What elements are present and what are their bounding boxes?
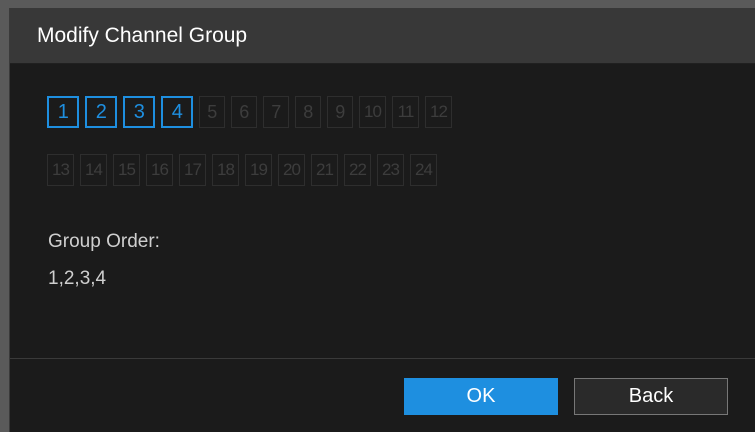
channel-button-1[interactable]: 1: [47, 96, 79, 128]
group-order-value: 1,2,3,4: [48, 268, 107, 289]
channel-button-17[interactable]: 17: [179, 154, 206, 186]
channel-button-11[interactable]: 11: [392, 96, 419, 128]
channel-button-19[interactable]: 19: [245, 154, 272, 186]
channel-button-2[interactable]: 2: [85, 96, 117, 128]
modify-channel-group-dialog: Modify Channel Group 1 2 3 4 5 6 7 8 9 10 11 12 13 1…: [9, 8, 755, 432]
channel-button-7[interactable]: 7: [263, 96, 289, 128]
channel-button-22[interactable]: 22: [344, 154, 371, 186]
ok-button[interactable]: OK: [404, 378, 558, 415]
channel-button-12[interactable]: 12: [425, 96, 452, 128]
dialog-title-bar: Modify Channel Group: [10, 8, 755, 64]
channel-button-16[interactable]: 16: [146, 154, 173, 186]
channel-button-21[interactable]: 21: [311, 154, 338, 186]
dialog-title: Modify Channel Group: [37, 24, 248, 47]
channel-button-15[interactable]: 15: [113, 154, 140, 186]
channel-button-10[interactable]: 10: [359, 96, 386, 128]
channel-button-6[interactable]: 6: [231, 96, 257, 128]
footer-divider: [10, 358, 755, 359]
group-order-label: Group Order:: [48, 231, 160, 252]
back-button[interactable]: Back: [574, 378, 728, 415]
channel-button-14[interactable]: 14: [80, 154, 107, 186]
channel-button-13[interactable]: 13: [47, 154, 74, 186]
channel-button-4[interactable]: 4: [161, 96, 193, 128]
channel-row-1: 1 2 3 4 5 6 7 8 9 10 11 12: [47, 96, 452, 128]
channel-button-9[interactable]: 9: [327, 96, 353, 128]
channel-button-5[interactable]: 5: [199, 96, 225, 128]
channel-button-20[interactable]: 20: [278, 154, 305, 186]
channel-row-2: 13 14 15 16 17 18 19 20 21 22 23 24: [47, 154, 437, 186]
channel-button-3[interactable]: 3: [123, 96, 155, 128]
channel-button-23[interactable]: 23: [377, 154, 404, 186]
channel-button-24[interactable]: 24: [410, 154, 437, 186]
channel-button-8[interactable]: 8: [295, 96, 321, 128]
channel-button-18[interactable]: 18: [212, 154, 239, 186]
